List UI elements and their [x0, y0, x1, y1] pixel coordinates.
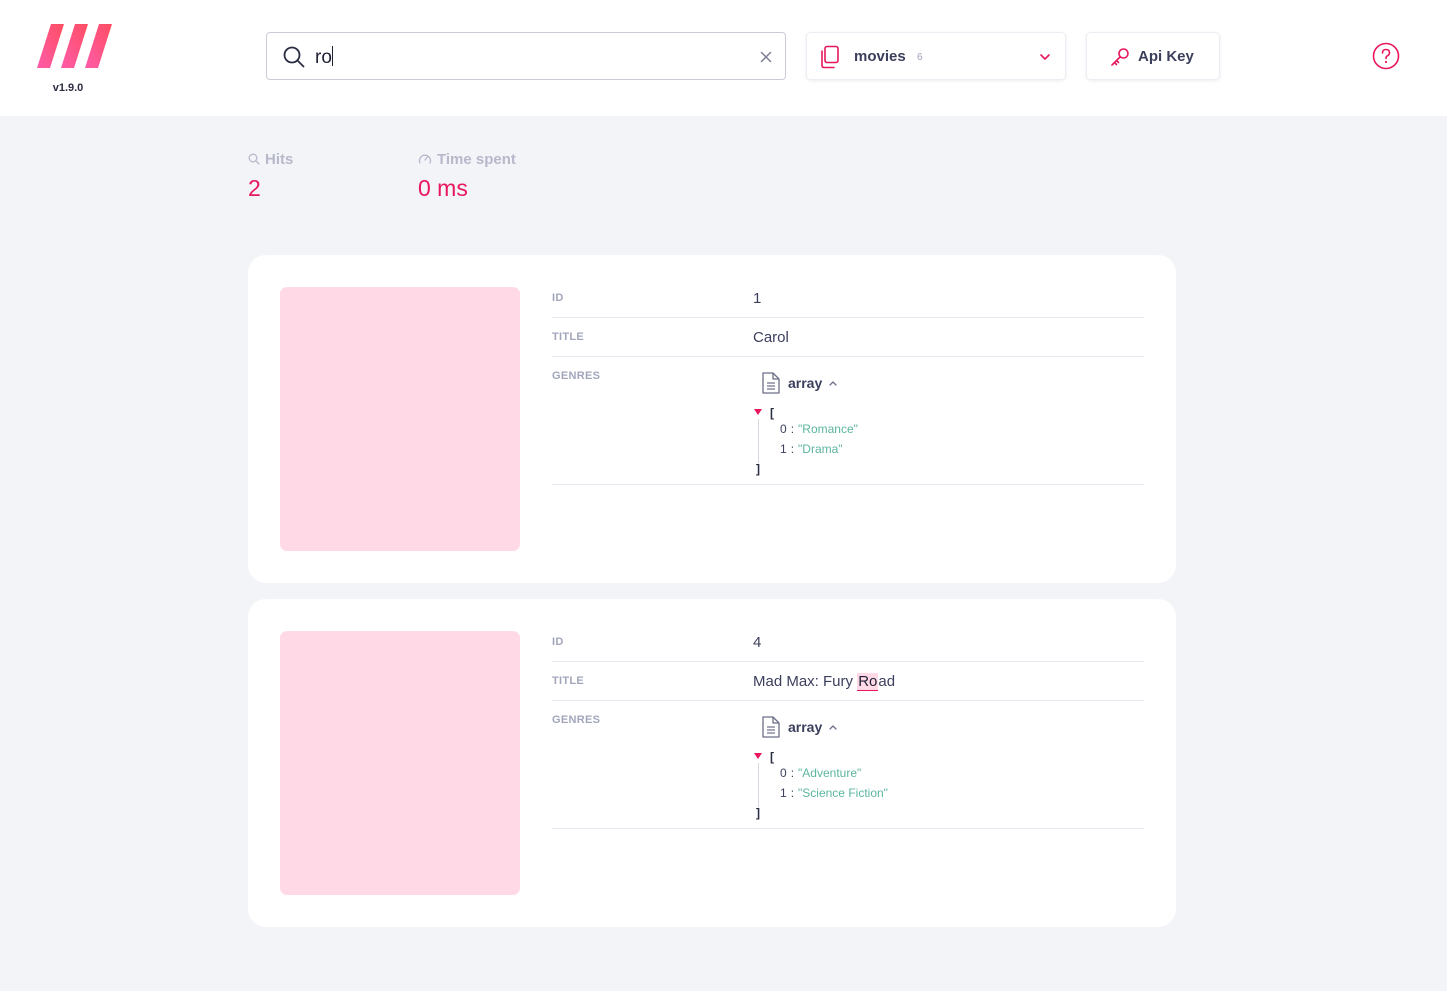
top-header: v1.9.0 ro movies 6 Api Key — [0, 0, 1447, 116]
open-bracket: [ — [770, 406, 774, 420]
close-bracket: ] — [756, 462, 760, 476]
key-icon — [1111, 48, 1129, 66]
colon-separator: : — [790, 442, 795, 456]
array-type-label: array — [788, 719, 823, 735]
text-caret — [331, 46, 333, 66]
api-key-label: Api Key — [1138, 48, 1194, 65]
field-id: ID 1 — [552, 279, 1144, 318]
tree-line — [758, 763, 759, 807]
hits-stat: Hits 2 — [248, 150, 293, 202]
close-bracket: ] — [756, 806, 760, 820]
field-genres: GENRES array — [552, 701, 1144, 829]
index-selector[interactable]: movies 6 — [806, 32, 1066, 80]
array-index: 0 — [780, 422, 787, 436]
field-key: GENRES — [552, 714, 601, 726]
array-type-label: array — [788, 375, 823, 391]
collapse-triangle-icon[interactable] — [754, 409, 762, 415]
collapse-triangle-icon[interactable] — [754, 753, 762, 759]
field-key: GENRES — [552, 370, 601, 382]
array-toggle[interactable]: array — [753, 369, 1144, 397]
document-icon — [762, 372, 780, 394]
search-box[interactable]: ro — [266, 32, 786, 80]
search-icon — [248, 153, 260, 165]
poster-placeholder — [280, 287, 520, 551]
field-key: TITLE — [552, 675, 585, 687]
close-icon[interactable] — [757, 48, 775, 66]
title-text: ad — [878, 673, 896, 690]
search-icon — [283, 46, 305, 68]
json-array-view: [ 0: "Romance" 1: "Drama" ] — [753, 403, 1144, 476]
search-query-text: ro — [315, 47, 332, 68]
array-value: "Science Fiction" — [798, 786, 888, 800]
array-index: 1 — [780, 786, 787, 800]
list-item: 0: "Adventure" — [780, 763, 1144, 783]
time-spent-value: 0 ms — [418, 175, 468, 201]
index-document-count: 6 — [917, 52, 923, 63]
field-value: 1 — [753, 290, 762, 307]
list-item: 1: "Science Fiction" — [780, 783, 1144, 803]
list-item: 0: "Romance" — [780, 419, 1144, 439]
index-name: movies — [854, 48, 906, 65]
array-value: "Drama" — [798, 442, 843, 456]
version-label: v1.9.0 — [52, 82, 84, 94]
time-spent-stat: Time spent 0 ms — [418, 150, 516, 202]
document-fields: ID 4 TITLE Mad Max: Fury Road GENRES arr… — [552, 623, 1144, 829]
hits-label: Hits — [265, 150, 294, 168]
colon-separator: : — [790, 766, 795, 780]
chevron-down-icon — [1040, 54, 1050, 60]
document-icon — [762, 716, 780, 738]
hits-value: 2 — [248, 175, 261, 201]
open-bracket: [ — [770, 750, 774, 764]
array-index: 0 — [780, 766, 787, 780]
field-key: ID — [552, 636, 564, 648]
help-icon[interactable] — [1372, 42, 1400, 70]
title-text: Mad Max: Fury — [753, 673, 858, 690]
colon-separator: : — [790, 786, 795, 800]
meilisearch-logo[interactable] — [37, 24, 112, 68]
poster-placeholder — [280, 631, 520, 895]
api-key-button[interactable]: Api Key — [1086, 32, 1220, 80]
indexes-icon — [821, 45, 839, 69]
chevron-up-icon — [829, 725, 837, 730]
field-title: TITLE Carol — [552, 318, 1144, 357]
field-title: TITLE Mad Max: Fury Road — [552, 662, 1144, 701]
result-card: ID 1 TITLE Carol GENRES array [0: "Rom… — [248, 255, 1176, 583]
speedometer-icon — [418, 154, 432, 164]
time-spent-label: Time spent — [437, 150, 516, 168]
array-value: "Romance" — [798, 422, 858, 436]
field-value: Mad Max: Fury Road — [753, 662, 1144, 691]
document-fields: ID 1 TITLE Carol GENRES array [0: "Rom… — [552, 279, 1144, 485]
array-value: "Adventure" — [798, 766, 862, 780]
field-value: Carol — [753, 329, 789, 346]
field-genres: GENRES array — [552, 357, 1144, 485]
array-toggle[interactable]: array — [753, 713, 1144, 741]
field-key: ID — [552, 292, 564, 304]
chevron-up-icon — [829, 381, 837, 386]
field-value: 4 — [753, 634, 762, 651]
list-item: 1: "Drama" — [780, 439, 1144, 459]
json-array-view: [ 0: "Adventure" 1: "Science Fiction" ] — [753, 747, 1144, 820]
field-id: ID 4 — [552, 623, 1144, 662]
colon-separator: : — [790, 422, 795, 436]
tree-line — [758, 419, 759, 463]
search-highlight: Ro — [857, 673, 879, 691]
result-card: ID 4 TITLE Mad Max: Fury Road GENRES arr… — [248, 599, 1176, 927]
array-index: 1 — [780, 442, 787, 456]
search-input[interactable]: ro — [315, 46, 333, 69]
field-key: TITLE — [552, 331, 585, 343]
